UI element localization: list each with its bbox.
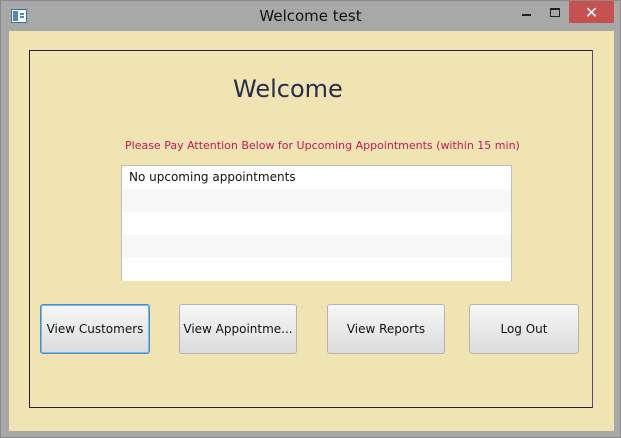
- client-area: Welcome Please Pay Attention Below for U…: [9, 31, 614, 431]
- view-customers-button[interactable]: View Customers: [40, 304, 150, 354]
- view-appointments-button[interactable]: View Appointme...: [179, 304, 297, 354]
- page-title: Welcome: [233, 75, 343, 103]
- close-icon: ✕: [584, 2, 599, 22]
- appointments-list[interactable]: No upcoming appointments: [121, 165, 512, 281]
- app-window: Welcome test ✕ Welcome Please Pay Attent…: [0, 0, 621, 438]
- maximize-button[interactable]: [541, 1, 569, 23]
- minimize-button[interactable]: [511, 1, 541, 23]
- list-item[interactable]: [122, 258, 511, 281]
- list-item[interactable]: [122, 235, 511, 258]
- maximize-icon: [550, 7, 560, 17]
- close-button[interactable]: ✕: [569, 1, 614, 23]
- view-reports-button[interactable]: View Reports: [327, 304, 445, 354]
- list-item[interactable]: No upcoming appointments: [122, 166, 511, 189]
- log-out-button[interactable]: Log Out: [469, 304, 579, 354]
- appointment-notice: Please Pay Attention Below for Upcoming …: [125, 139, 520, 152]
- list-item[interactable]: [122, 212, 511, 235]
- minimize-icon: [521, 14, 531, 16]
- title-bar[interactable]: Welcome test ✕: [1, 1, 620, 31]
- list-item[interactable]: [122, 189, 511, 212]
